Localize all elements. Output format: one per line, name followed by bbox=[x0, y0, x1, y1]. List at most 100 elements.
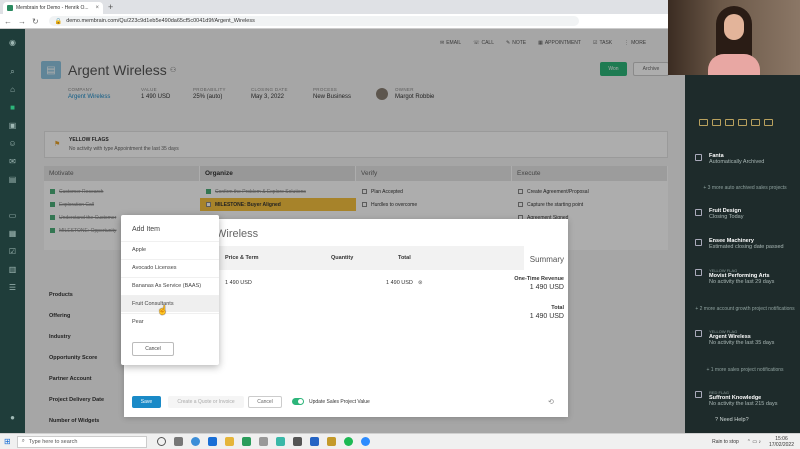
left-navigation: ◉ ⌕ ⌂ ■ ▣ ☺ ✉ ▤ ▭ ▦ ☑ ▥ ☰ ● bbox=[0, 29, 25, 433]
modal-cancel-button[interactable]: Cancel bbox=[248, 396, 282, 408]
more-notifications-link[interactable]: + 2 more account growth project notifica… bbox=[695, 306, 795, 312]
notification-icon bbox=[695, 269, 702, 276]
history-icon[interactable]: ⟲ bbox=[548, 398, 554, 406]
notification-desc: No activity the last 35 days bbox=[709, 340, 775, 346]
add-item-option[interactable]: Fruit Consultants bbox=[121, 295, 219, 312]
notification-desc: No activity the last 29 days bbox=[709, 279, 775, 285]
notification-icon bbox=[695, 154, 702, 161]
app-icon-2[interactable] bbox=[275, 437, 285, 446]
create-quote-button[interactable]: Create a Quote or Invoice bbox=[168, 396, 244, 408]
word-icon[interactable] bbox=[309, 437, 319, 446]
list-nav-icon[interactable]: ☰ bbox=[7, 283, 18, 292]
spotify-icon[interactable] bbox=[343, 437, 353, 446]
notification-desc: Closing Today bbox=[709, 214, 744, 220]
chrome-icon[interactable] bbox=[190, 437, 200, 446]
close-tab-icon[interactable]: × bbox=[95, 5, 99, 11]
search-icon[interactable]: ⌕ bbox=[7, 67, 18, 76]
taskbar-search[interactable]: ⌕ Type here to search bbox=[16, 435, 147, 448]
search-icon: ⌕ bbox=[21, 438, 25, 444]
forward-icon[interactable]: → bbox=[18, 17, 26, 26]
summary-title: Summary bbox=[529, 255, 564, 264]
weather-text: Rain to stop bbox=[712, 439, 739, 445]
filter-icon-1[interactable] bbox=[699, 119, 708, 126]
update-value-toggle[interactable] bbox=[292, 398, 304, 405]
row-price: 1 490 USD bbox=[225, 280, 252, 286]
windows-taskbar: ⊞ ⌕ Type here to search Rain to stop ⌃ ▭ … bbox=[0, 433, 800, 449]
tab-title: Membrain for Demo - Henrik O... bbox=[16, 5, 89, 11]
notification-item[interactable]: RED FLAG Suffront Knowledge No activity th… bbox=[695, 390, 795, 407]
explorer-icon[interactable] bbox=[224, 437, 234, 446]
one-time-value: 1 490 USD bbox=[529, 284, 564, 291]
reload-icon[interactable]: ↻ bbox=[32, 17, 39, 26]
webcam-video bbox=[668, 0, 800, 75]
save-button[interactable]: Save bbox=[132, 396, 161, 408]
reports-icon[interactable]: ▤ bbox=[7, 175, 18, 184]
total-value: 1 490 USD bbox=[529, 313, 564, 320]
notification-icon bbox=[695, 391, 702, 398]
add-item-popup: Add Item Cancel Apple Avocado Licenses Ban… bbox=[121, 215, 219, 365]
more-notifications-link[interactable]: + 1 more sales project notifications bbox=[695, 367, 795, 373]
update-value-label: Update Sales Project Value bbox=[309, 399, 370, 405]
notification-item[interactable]: Fruit Design Closing Today bbox=[695, 208, 795, 220]
notification-desc: Automatically Archived bbox=[709, 159, 765, 165]
app-icon-4[interactable] bbox=[326, 437, 336, 446]
total-label: Total bbox=[551, 305, 564, 311]
add-item-cancel-button[interactable]: Cancel bbox=[132, 342, 174, 356]
notification-panel: ? Need Help? Fanta Automatically Archived… bbox=[685, 75, 800, 433]
outlook-icon[interactable] bbox=[207, 437, 217, 446]
contacts-icon[interactable]: ☺ bbox=[7, 139, 18, 148]
more-notifications-link[interactable]: + 3 more auto archived sales projects bbox=[695, 185, 795, 191]
col-quantity: Quantity bbox=[331, 255, 354, 261]
presenter-figure bbox=[708, 6, 760, 75]
zoom-icon[interactable] bbox=[360, 437, 370, 446]
notification-item[interactable]: Fanta Automatically Archived bbox=[695, 153, 795, 165]
sales-projects-icon[interactable]: ■ bbox=[7, 103, 18, 112]
add-item-option[interactable]: Bananas As Service (BAAS) bbox=[121, 277, 219, 294]
add-item-option[interactable]: Apple bbox=[121, 241, 219, 258]
filter-icon-2[interactable] bbox=[712, 119, 721, 126]
url-text: demo.membrain.com/Qu/223c9d1eb5e490da65c… bbox=[66, 18, 255, 24]
accounts-icon[interactable]: ▣ bbox=[7, 121, 18, 130]
add-item-option[interactable]: Pear bbox=[121, 313, 219, 330]
browser-tab[interactable]: Membrain for Demo - Henrik O... × bbox=[3, 2, 103, 14]
home-icon[interactable]: ⌂ bbox=[7, 85, 18, 94]
filter-icon-3[interactable] bbox=[725, 119, 734, 126]
back-icon[interactable]: ← bbox=[4, 17, 12, 26]
cortana-icon[interactable] bbox=[156, 437, 166, 446]
app-icon[interactable] bbox=[258, 437, 268, 446]
need-help-link[interactable]: ? Need Help? bbox=[715, 417, 749, 423]
notification-item[interactable]: Ensee Machinery Estimated closing date pa… bbox=[695, 238, 795, 250]
membrain-logo-icon[interactable]: ◉ bbox=[7, 38, 18, 47]
chart-nav-icon[interactable]: ▥ bbox=[7, 265, 18, 274]
tray-icons[interactable]: ⌃ ▭ ♪ bbox=[747, 439, 761, 445]
mail-nav-icon[interactable]: ✉ bbox=[7, 157, 18, 166]
app-icon-3[interactable] bbox=[292, 437, 302, 446]
notification-item[interactable]: YELLOW FLAG Argent Wireless No activity th… bbox=[695, 329, 795, 346]
filter-icon-5[interactable] bbox=[751, 119, 760, 126]
clock[interactable]: 15:06 17/02/2022 bbox=[769, 436, 794, 448]
new-tab-icon[interactable]: + bbox=[108, 2, 113, 12]
remove-row-icon[interactable]: ⊗ bbox=[418, 280, 423, 286]
notification-icon bbox=[695, 209, 702, 216]
col-total: Total bbox=[398, 255, 411, 261]
calendar-nav-icon[interactable]: ▦ bbox=[7, 229, 18, 238]
user-avatar-icon[interactable]: ● bbox=[7, 413, 18, 422]
lock-icon: 🔒 bbox=[54, 18, 63, 25]
notification-item[interactable]: YELLOW FLAG Movist Performing Arts No acti… bbox=[695, 268, 795, 285]
tasks-nav-icon[interactable]: ☑ bbox=[7, 247, 18, 256]
leads-icon[interactable]: ▭ bbox=[7, 211, 18, 220]
windows-start-icon[interactable]: ⊞ bbox=[4, 437, 11, 446]
membrain-favicon-icon bbox=[7, 5, 13, 11]
hand-cursor-icon: ☝ bbox=[157, 305, 169, 315]
row-total: 1 490 USD bbox=[386, 280, 413, 286]
filter-icon-6[interactable] bbox=[764, 119, 773, 126]
filter-icon-4[interactable] bbox=[738, 119, 747, 126]
excel-icon[interactable] bbox=[241, 437, 251, 446]
add-item-title: Add Item bbox=[132, 226, 161, 233]
notification-filter-icons bbox=[699, 119, 773, 126]
col-price: Price & Term bbox=[225, 255, 259, 261]
url-field[interactable]: 🔒 demo.membrain.com/Qu/223c9d1eb5e490da65… bbox=[48, 16, 579, 26]
add-item-option[interactable]: Avocado Licenses bbox=[121, 259, 219, 276]
taskbar-apps bbox=[156, 437, 370, 446]
task-view-icon[interactable] bbox=[173, 437, 183, 446]
